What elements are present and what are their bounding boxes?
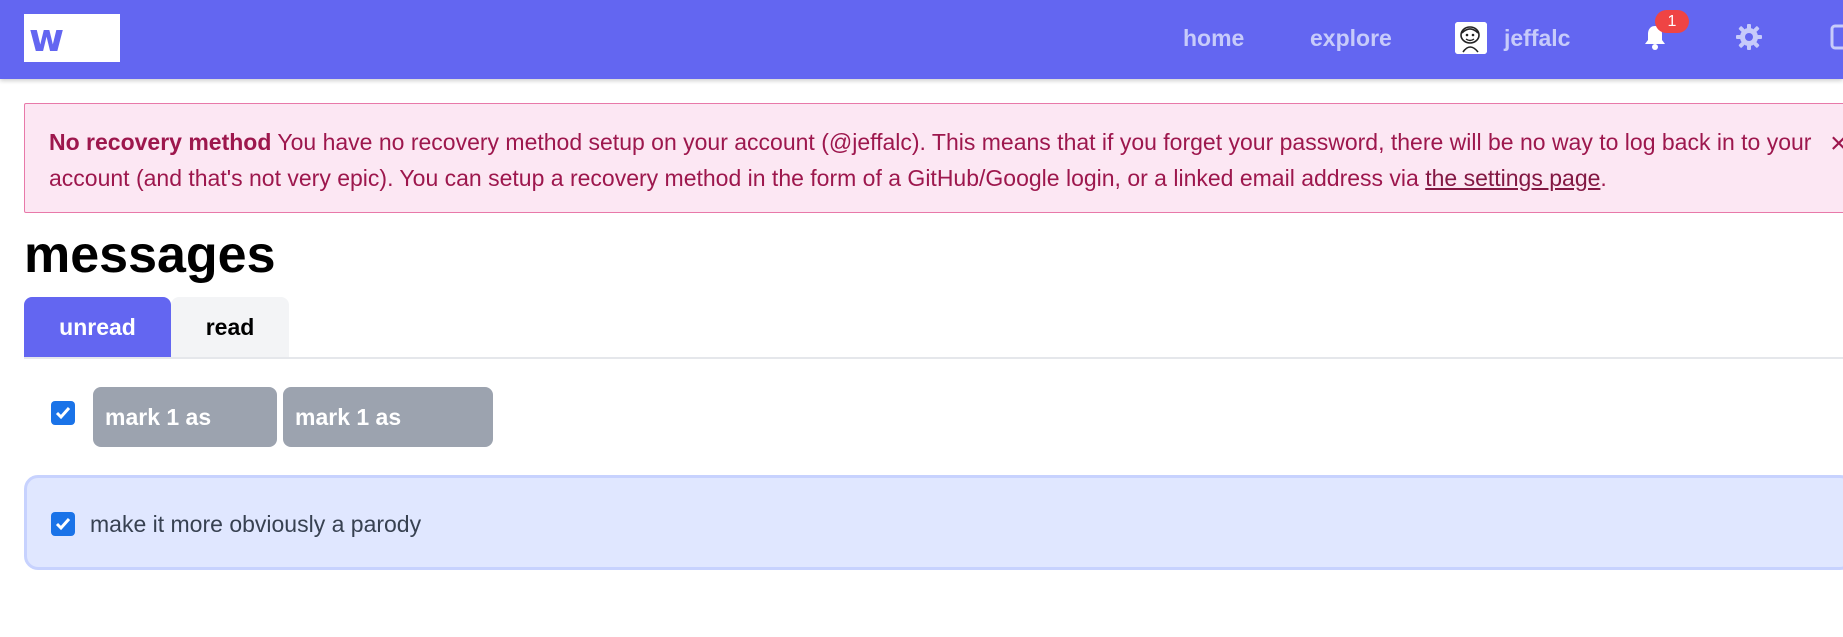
logout-icon[interactable] [1830,23,1843,51]
recovery-warning-alert: No recovery method You have no recovery … [24,103,1843,213]
mark-as-unread-button[interactable]: mark 1 as unread [283,387,493,490]
gear-icon[interactable] [1735,23,1763,51]
tab-unread[interactable]: unread [24,297,171,357]
notification-count-badge: 1 [1655,10,1689,33]
top-navbar: w home explore jeffalc 1 [0,0,1843,79]
message-checkbox[interactable] [51,512,75,536]
alert-title: No recovery method [49,129,272,155]
settings-page-link[interactable]: the settings page [1425,165,1600,191]
message-text: make it more obviously a parody [90,511,422,537]
nav-username: jeffalc [1504,25,1571,51]
select-all-checkbox[interactable] [51,401,75,425]
tab-read[interactable]: read [171,297,289,357]
close-icon[interactable]: × [1830,126,1843,162]
nav-explore-link[interactable]: explore [1310,22,1392,54]
alert-trailing: . [1600,165,1607,191]
message-item[interactable]: make it more obviously a parody [24,475,1843,570]
page-title: messages [24,226,276,284]
nav-user-link[interactable]: jeffalc [1455,22,1570,54]
site-logo[interactable]: w [24,14,120,62]
nav-home-link[interactable]: home [1183,22,1244,54]
message-tabs: unread read [24,297,289,357]
tabs-divider [24,357,1843,359]
mark-as-read-button[interactable]: mark 1 as read [93,387,277,490]
avatar [1455,22,1487,54]
